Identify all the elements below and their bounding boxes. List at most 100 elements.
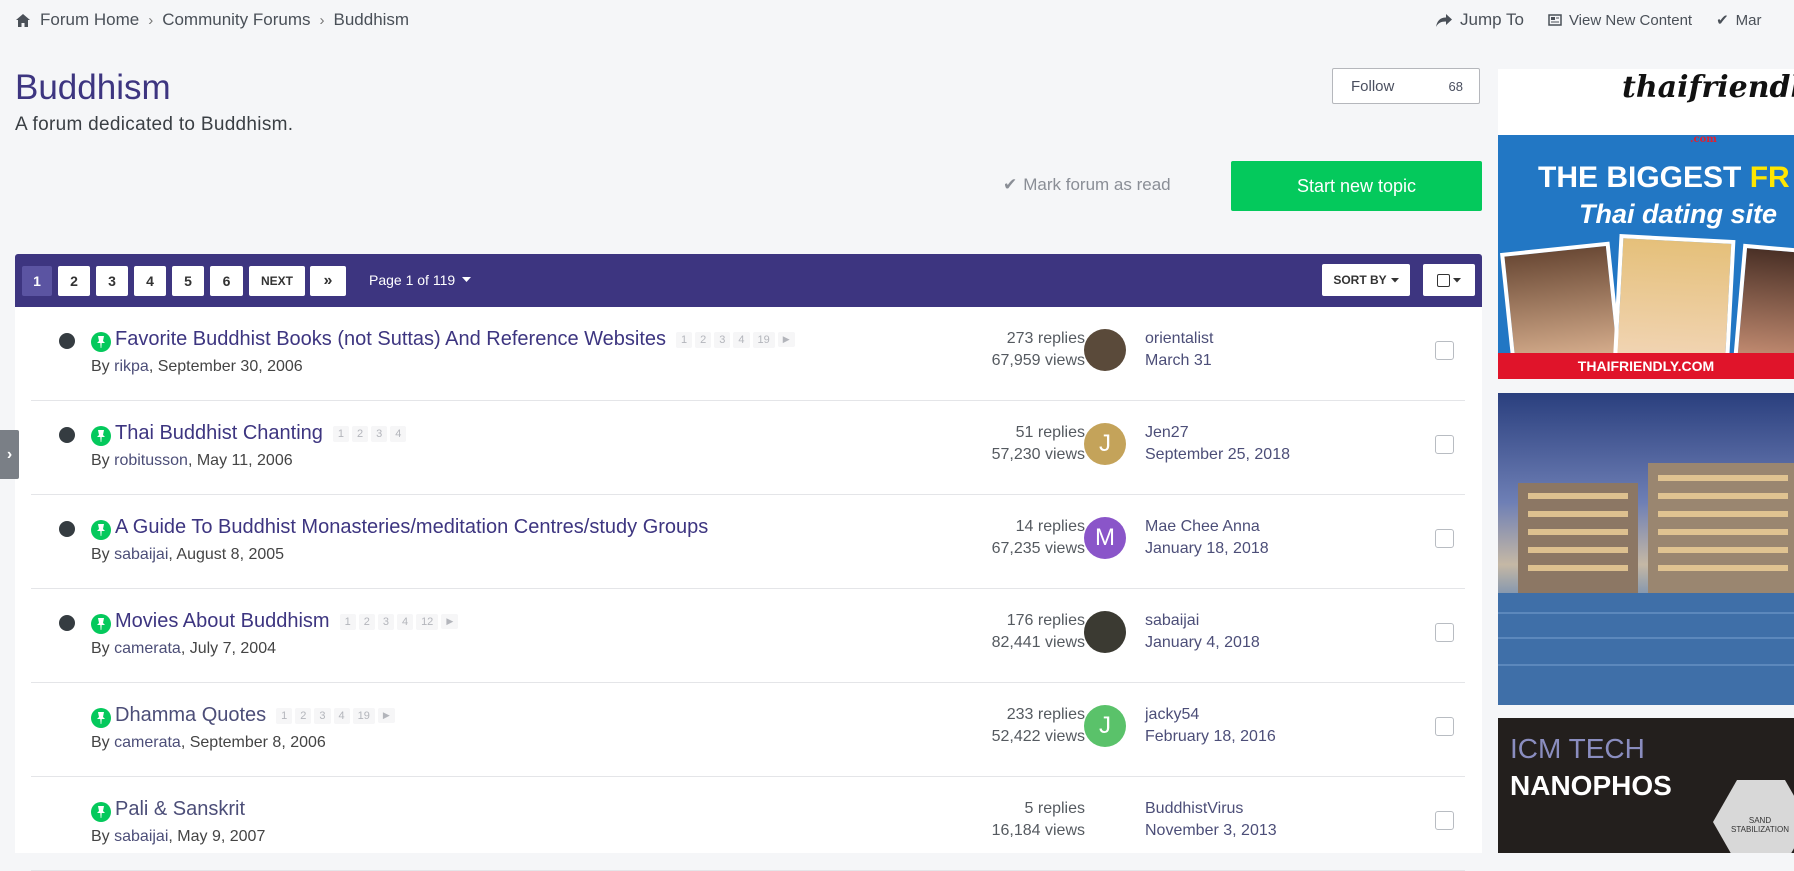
topic-page-link[interactable]: 3 bbox=[314, 707, 331, 724]
unread-indicator[interactable] bbox=[59, 427, 75, 443]
topic-page-link[interactable]: 3 bbox=[377, 613, 394, 630]
last-post-date[interactable]: January 18, 2018 bbox=[1145, 540, 1269, 557]
caret-down-icon bbox=[1390, 277, 1399, 282]
sort-by-dropdown[interactable]: SORT BY bbox=[1322, 264, 1410, 296]
topic-page-link[interactable]: 19 bbox=[352, 707, 375, 724]
topic-page-link[interactable]: 2 bbox=[358, 613, 375, 630]
topic-author-link[interactable]: sabaijai bbox=[114, 546, 168, 563]
ad-logo-area: thaifriendly .com bbox=[1498, 69, 1794, 145]
mark-forum-read-link[interactable]: ✔ Mark forum as read bbox=[1003, 175, 1171, 195]
next-page-button[interactable]: NEXT bbox=[249, 266, 305, 296]
topic-page-link[interactable]: 2 bbox=[695, 331, 712, 348]
topic-page-link[interactable]: 4 bbox=[733, 331, 750, 348]
unread-indicator[interactable] bbox=[59, 615, 75, 631]
last-post-date[interactable]: September 25, 2018 bbox=[1145, 446, 1290, 463]
topic-title-link[interactable]: A Guide To Buddhist Monasteries/meditati… bbox=[115, 516, 708, 539]
last-post-date[interactable]: November 3, 2013 bbox=[1145, 822, 1277, 839]
topic-page-link[interactable]: 4 bbox=[396, 613, 414, 630]
topic-title-link[interactable]: Movies About Buddhism bbox=[115, 610, 330, 633]
page-2-button[interactable]: 2 bbox=[58, 266, 90, 296]
ad-thaifriendly[interactable]: thaifriendly .com THE BIGGEST FR Thai da… bbox=[1498, 69, 1794, 379]
sort-by-label: SORT BY bbox=[1333, 273, 1387, 287]
last-post-date[interactable]: March 31 bbox=[1145, 352, 1212, 369]
checkmark-icon: ✔ bbox=[1003, 175, 1018, 194]
topic-author-link[interactable]: sabaijai bbox=[114, 828, 168, 845]
avatar[interactable]: M bbox=[1084, 517, 1126, 559]
last-poster-link[interactable]: Mae Chee Anna bbox=[1145, 518, 1260, 535]
topic-page-link[interactable]: 3 bbox=[371, 425, 388, 442]
unread-indicator[interactable] bbox=[59, 333, 75, 349]
avatar[interactable] bbox=[1084, 799, 1126, 841]
last-poster-link[interactable]: BuddhistVirus bbox=[1145, 800, 1243, 817]
topic-select-checkbox[interactable] bbox=[1435, 435, 1454, 454]
topic-page-link[interactable]: 4 bbox=[333, 707, 350, 724]
avatar[interactable]: J bbox=[1084, 705, 1126, 747]
topic-byline: By camerata, July 7, 2004 bbox=[91, 640, 276, 657]
topic-page-link[interactable]: 1 bbox=[332, 425, 350, 442]
topic-author-link[interactable]: robitusson bbox=[114, 452, 188, 469]
avatar[interactable]: J bbox=[1084, 423, 1126, 465]
topic-author-link[interactable]: rikpa bbox=[114, 358, 149, 375]
topic-page-link[interactable]: 19 bbox=[752, 331, 775, 348]
ad-headline: THE BIGGEST FR bbox=[1538, 161, 1790, 195]
page-jump-dropdown[interactable]: Page 1 of 119 bbox=[369, 272, 472, 288]
select-all-dropdown[interactable] bbox=[1423, 264, 1475, 296]
topic-title-link[interactable]: Dhamma Quotes bbox=[115, 704, 266, 727]
topic-title-wrap: Movies About Buddhism 1 2 3 4 12 ▶ bbox=[115, 610, 459, 633]
last-poster-link[interactable]: sabaijai bbox=[1145, 612, 1199, 629]
top-links: Jump To View New Content ✔ Mar bbox=[1435, 10, 1762, 30]
jump-to-link[interactable]: Jump To bbox=[1435, 10, 1524, 30]
logo-text: thaifriendly bbox=[1622, 70, 1794, 105]
last-poster-link[interactable]: orientalist bbox=[1145, 330, 1213, 347]
topic-page-link[interactable]: 4 bbox=[390, 425, 407, 442]
breadcrumb-forum-home[interactable]: Forum Home bbox=[40, 10, 139, 30]
topic-title-link[interactable]: Thai Buddhist Chanting bbox=[115, 422, 323, 445]
topic-page-link[interactable]: 1 bbox=[276, 707, 293, 724]
mark-site-read-link[interactable]: ✔ Mar bbox=[1716, 11, 1761, 30]
caret-right-icon: ▶ bbox=[441, 614, 459, 629]
topic-select-checkbox[interactable] bbox=[1435, 529, 1454, 548]
topic-select-checkbox[interactable] bbox=[1435, 623, 1454, 642]
last-poster-link[interactable]: jacky54 bbox=[1145, 706, 1199, 723]
view-new-content-link[interactable]: View New Content bbox=[1548, 12, 1692, 29]
logo-com: .com bbox=[1690, 134, 1717, 145]
last-post-date[interactable]: February 18, 2016 bbox=[1145, 728, 1276, 745]
start-new-topic-button[interactable]: Start new topic bbox=[1231, 161, 1482, 211]
breadcrumb-buddhism[interactable]: Buddhism bbox=[334, 10, 410, 30]
last-post-date[interactable]: January 4, 2018 bbox=[1145, 634, 1260, 651]
topic-select-checkbox[interactable] bbox=[1435, 341, 1454, 360]
topic-page-link[interactable]: 12 bbox=[416, 613, 439, 630]
jump-to-label: Jump To bbox=[1460, 10, 1524, 29]
topic-author-link[interactable]: camerata bbox=[114, 734, 181, 751]
topic-page-link[interactable]: 2 bbox=[295, 707, 312, 724]
breadcrumb-community-forums[interactable]: Community Forums bbox=[162, 10, 310, 30]
avatar[interactable] bbox=[1084, 611, 1126, 653]
topic-select-checkbox[interactable] bbox=[1435, 811, 1454, 830]
page-3-button[interactable]: 3 bbox=[96, 266, 128, 296]
avatar[interactable] bbox=[1084, 329, 1126, 371]
page-4-button[interactable]: 4 bbox=[134, 266, 166, 296]
ad-icm-tech[interactable]: ICM TECH NANOPHOS SAND STABILIZATION bbox=[1498, 718, 1794, 853]
topic-title-wrap: Dhamma Quotes 1 2 3 4 19 ▶ bbox=[115, 704, 395, 727]
topic-page-link[interactable]: 2 bbox=[352, 425, 369, 442]
page-title: Buddhism bbox=[15, 68, 171, 107]
last-page-button[interactable]: » bbox=[310, 266, 346, 296]
caret-down-icon bbox=[462, 277, 472, 282]
last-poster-link[interactable]: Jen27 bbox=[1145, 424, 1189, 441]
sidebar-toggle-button[interactable]: › bbox=[0, 430, 19, 479]
follow-button[interactable]: Follow 68 bbox=[1332, 68, 1480, 104]
topic-mini-pagination: 1 2 3 4 19 ▶ bbox=[276, 707, 395, 724]
topic-select-checkbox[interactable] bbox=[1435, 717, 1454, 736]
topic-author-link[interactable]: camerata bbox=[114, 640, 181, 657]
page-1-button[interactable]: 1 bbox=[22, 266, 52, 296]
topic-title-link[interactable]: Pali & Sanskrit bbox=[115, 798, 245, 821]
page-5-button[interactable]: 5 bbox=[172, 266, 204, 296]
topic-page-link[interactable]: 1 bbox=[339, 613, 356, 630]
topic-page-link[interactable]: 3 bbox=[714, 331, 731, 348]
share-arrow-icon bbox=[1436, 13, 1452, 27]
unread-indicator[interactable] bbox=[59, 521, 75, 537]
topic-title-link[interactable]: Favorite Buddhist Books (not Suttas) And… bbox=[115, 328, 666, 351]
topic-page-link[interactable]: 1 bbox=[676, 331, 693, 348]
ad-resort-image[interactable] bbox=[1498, 393, 1794, 705]
page-6-button[interactable]: 6 bbox=[210, 266, 243, 296]
